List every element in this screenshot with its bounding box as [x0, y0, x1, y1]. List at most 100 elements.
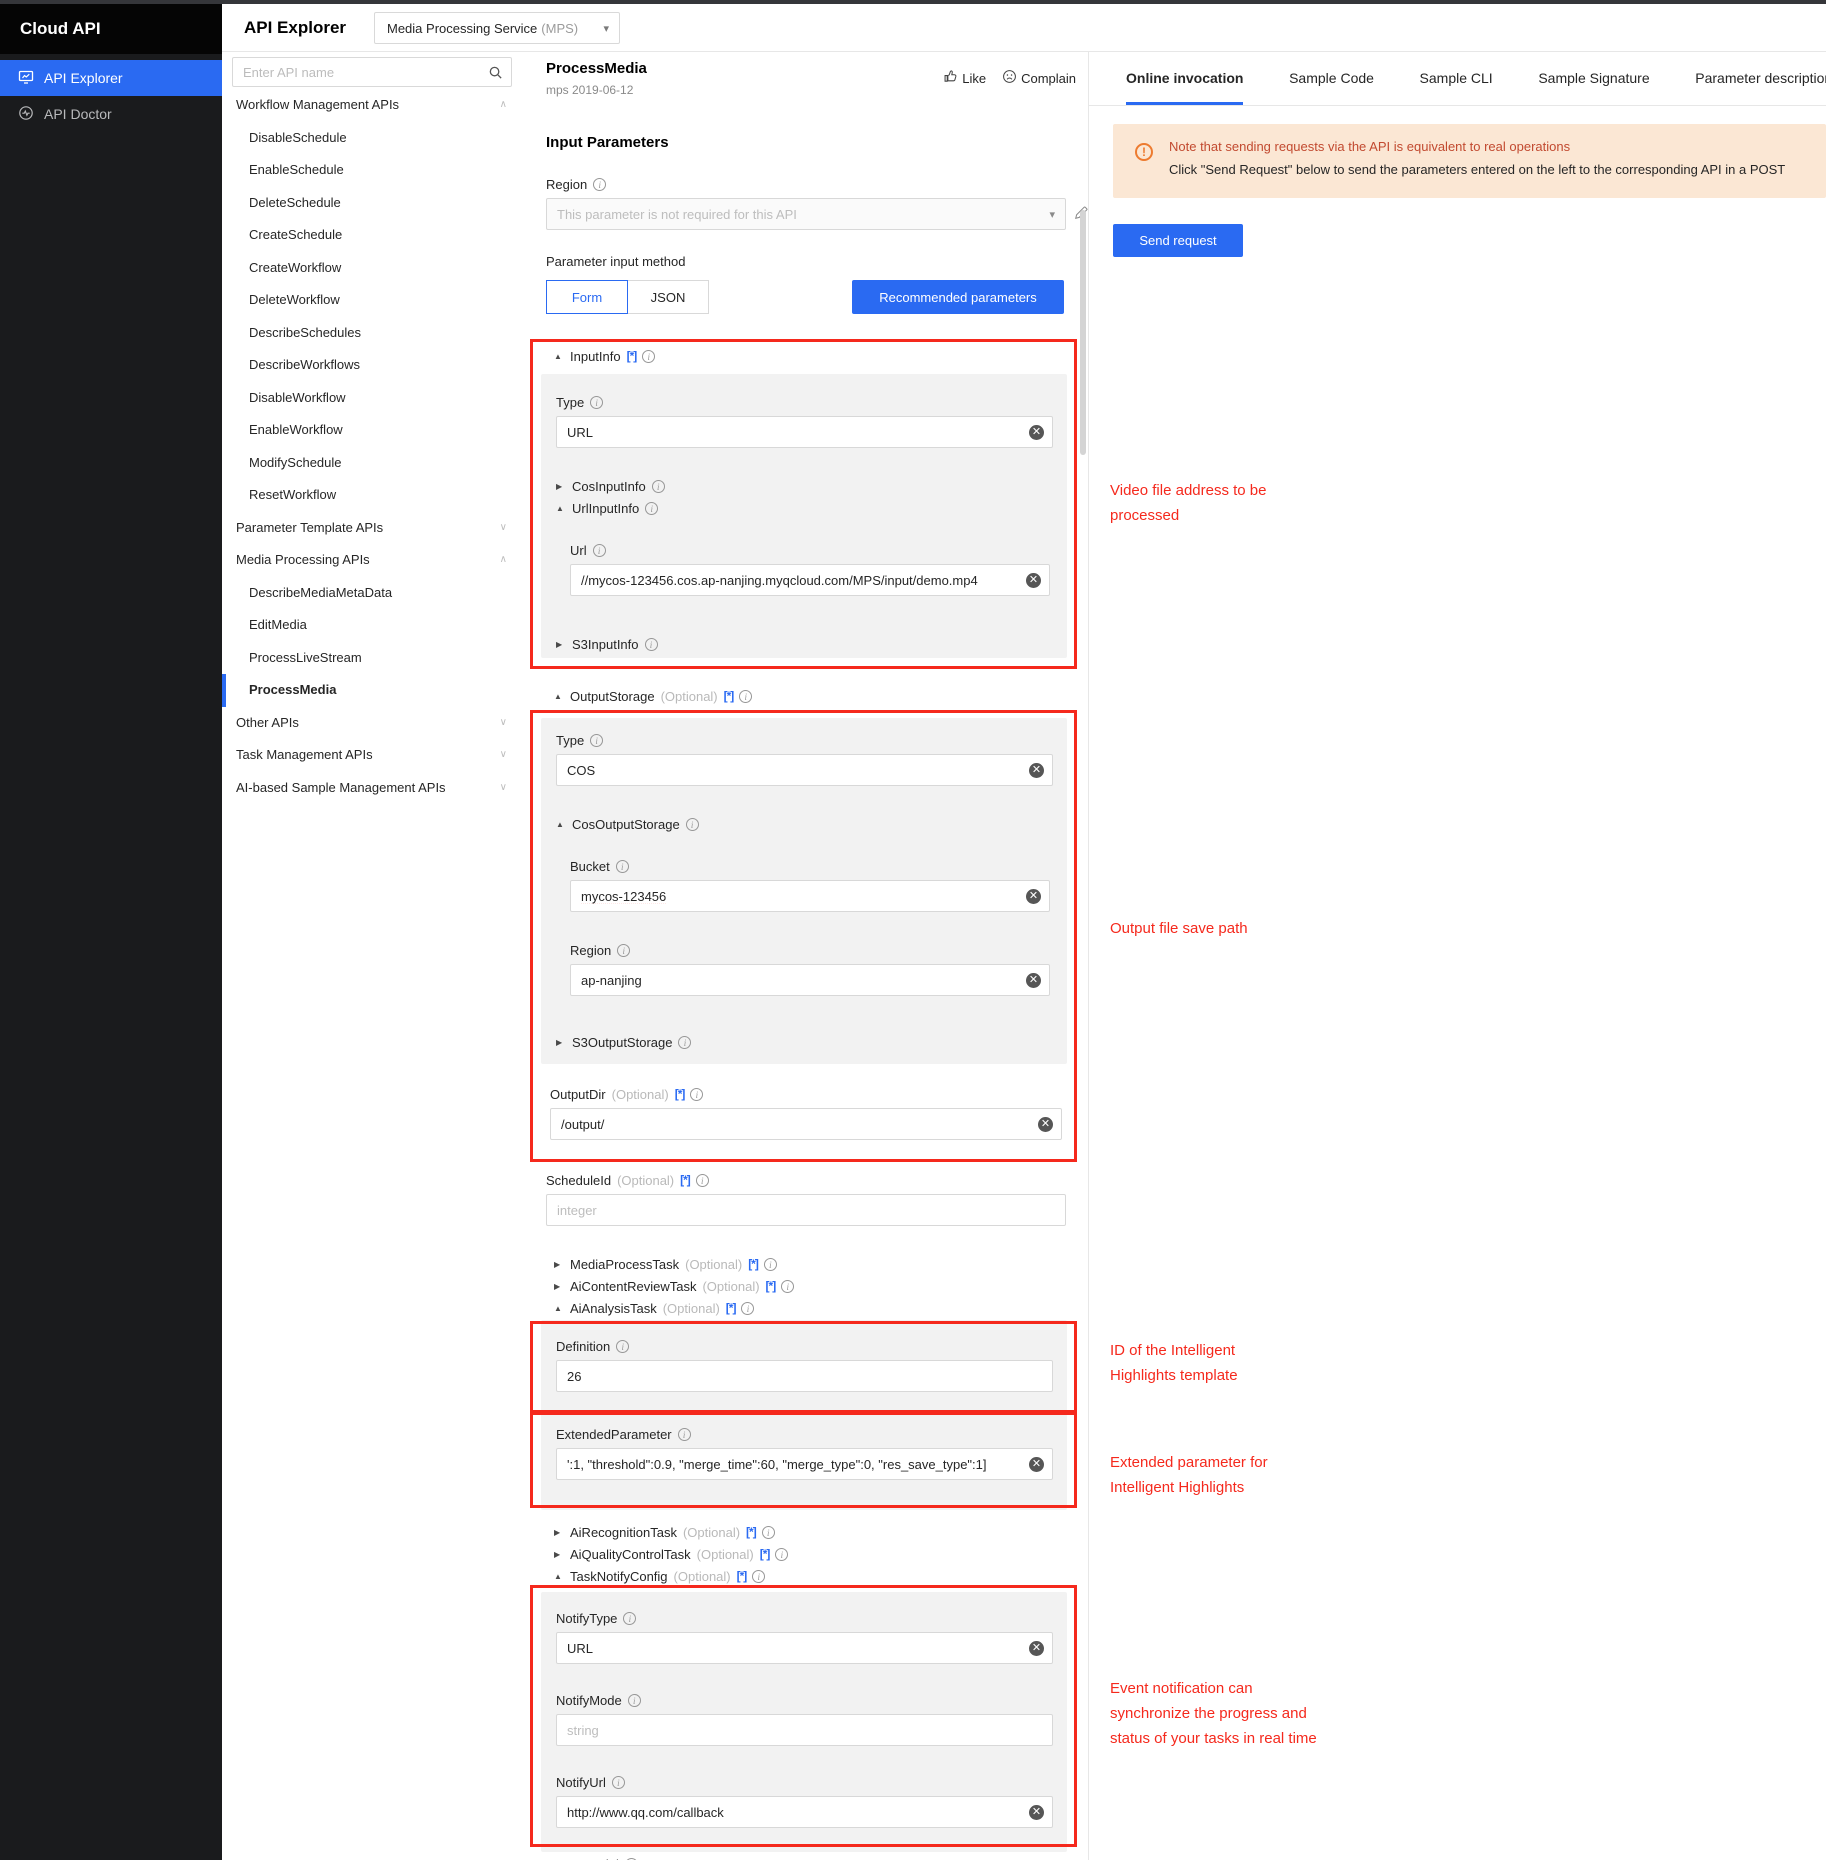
- section-s3inputinfo[interactable]: ▶ S3InputInfo i: [556, 634, 658, 654]
- tab-parameter-description[interactable]: Parameter description: [1695, 52, 1826, 105]
- input-type-input[interactable]: URL ✕: [556, 416, 1053, 448]
- section-inputinfo[interactable]: ▲ InputInfo [*] i: [554, 346, 656, 366]
- output-region-input[interactable]: ap-nanjing ✕: [570, 964, 1050, 996]
- clear-icon[interactable]: ✕: [1026, 572, 1041, 588]
- api-item[interactable]: DisableSchedule: [222, 122, 522, 155]
- definition-input[interactable]: 26: [556, 1360, 1053, 1392]
- info-icon[interactable]: i: [627, 1693, 641, 1707]
- complain-button[interactable]: Complain: [1002, 69, 1076, 87]
- info-icon[interactable]: i: [775, 1547, 789, 1561]
- api-item[interactable]: CreateWorkflow: [222, 252, 522, 285]
- api-group-task-management[interactable]: Task Management APIs ∨: [222, 739, 522, 772]
- url-input[interactable]: //mycos-123456.cos.ap-nanjing.myqcloud.c…: [570, 564, 1050, 596]
- outputdir-input[interactable]: /output/✕: [550, 1108, 1062, 1140]
- json-tab[interactable]: JSON: [627, 280, 709, 314]
- section-airecognitiontask[interactable]: ▶ AiRecognitionTask (Optional) [*] i: [554, 1522, 775, 1542]
- api-item[interactable]: DescribeWorkflows: [222, 349, 522, 382]
- extendedparameter-input[interactable]: ':1, "threshold":0.9, "merge_time":60, "…: [556, 1448, 1053, 1480]
- form-tab[interactable]: Form: [546, 280, 628, 314]
- api-item[interactable]: DeleteSchedule: [222, 187, 522, 220]
- api-group-ai-sample[interactable]: AI-based Sample Management APIs ∨: [222, 772, 522, 805]
- api-item[interactable]: EnableWorkflow: [222, 414, 522, 447]
- clear-icon[interactable]: ✕: [1029, 1804, 1044, 1820]
- info-icon[interactable]: i: [645, 501, 659, 515]
- info-icon[interactable]: i: [611, 1775, 625, 1789]
- info-icon[interactable]: i: [752, 1569, 766, 1583]
- tab-online-invocation[interactable]: Online invocation: [1126, 52, 1244, 105]
- section-cmqmodel[interactable]: CmqModel i: [556, 1854, 638, 1860]
- info-icon[interactable]: i: [761, 1525, 775, 1539]
- api-item[interactable]: EnableSchedule: [222, 154, 522, 187]
- tab-sample-cli[interactable]: Sample CLI: [1420, 52, 1493, 105]
- info-icon[interactable]: i: [677, 1427, 691, 1441]
- info-icon[interactable]: i: [616, 1339, 630, 1353]
- info-icon[interactable]: i: [592, 543, 606, 557]
- like-button[interactable]: Like: [943, 69, 986, 87]
- info-icon[interactable]: i: [623, 1611, 637, 1625]
- info-icon[interactable]: i: [741, 1301, 755, 1315]
- info-icon[interactable]: i: [590, 395, 604, 409]
- send-request-button[interactable]: Send request: [1113, 224, 1243, 257]
- api-item[interactable]: ResetWorkflow: [222, 479, 522, 512]
- section-aicontentreviewtask[interactable]: ▶ AiContentReviewTask (Optional) [*] i: [554, 1276, 795, 1296]
- output-type-input[interactable]: COS ✕: [556, 754, 1053, 786]
- section-aianalysistask[interactable]: ▲ AiAnalysisTask (Optional) [*] i: [554, 1298, 755, 1318]
- api-item[interactable]: DeleteWorkflow: [222, 284, 522, 317]
- api-group-other[interactable]: Other APIs ∨: [222, 707, 522, 740]
- sidebar-item-api-doctor[interactable]: API Doctor: [0, 96, 222, 132]
- api-item[interactable]: DisableWorkflow: [222, 382, 522, 415]
- sidebar-item-api-explorer[interactable]: API Explorer: [0, 60, 222, 96]
- clear-icon[interactable]: ✕: [1029, 1640, 1044, 1656]
- section-outputstorage[interactable]: ▲ OutputStorage (Optional) [*] i: [554, 686, 753, 706]
- api-item[interactable]: CreateSchedule: [222, 219, 522, 252]
- clear-icon[interactable]: ✕: [1038, 1116, 1053, 1132]
- api-search-box[interactable]: [232, 57, 512, 87]
- info-icon[interactable]: i: [739, 689, 753, 703]
- api-item[interactable]: DescribeSchedules: [222, 317, 522, 350]
- clear-icon[interactable]: ✕: [1026, 972, 1041, 988]
- info-icon[interactable]: i: [617, 943, 631, 957]
- notifytype-input[interactable]: URL ✕: [556, 1632, 1053, 1664]
- scheduleid-input[interactable]: integer: [546, 1194, 1066, 1226]
- info-icon[interactable]: i: [642, 349, 656, 363]
- recommended-parameters-button[interactable]: Recommended parameters: [852, 280, 1064, 314]
- notifymode-input[interactable]: string: [556, 1714, 1053, 1746]
- section-cosoutputstorage[interactable]: ▲ CosOutputStorage i: [556, 814, 699, 834]
- api-item[interactable]: ModifySchedule: [222, 447, 522, 480]
- api-group-workflow-management[interactable]: Workflow Management APIs ∧: [222, 89, 522, 122]
- api-item[interactable]: ProcessLiveStream: [222, 642, 522, 675]
- info-icon[interactable]: i: [685, 817, 699, 831]
- info-icon[interactable]: i: [678, 1035, 692, 1049]
- clear-icon[interactable]: ✕: [1026, 888, 1041, 904]
- service-select[interactable]: Media Processing Service (MPS) ▾: [374, 12, 620, 44]
- tab-sample-signature[interactable]: Sample Signature: [1538, 52, 1649, 105]
- info-icon[interactable]: i: [593, 177, 607, 191]
- section-s3outputstorage[interactable]: ▶ S3OutputStorage i: [556, 1032, 692, 1052]
- info-icon[interactable]: i: [695, 1173, 709, 1187]
- info-icon[interactable]: i: [590, 733, 604, 747]
- info-icon[interactable]: i: [644, 637, 658, 651]
- section-cosinputinfo[interactable]: ▶ CosInputInfo i: [556, 476, 665, 496]
- section-urlinputinfo[interactable]: ▲ UrlInputInfo i: [556, 498, 659, 518]
- section-tasknotifyconfig[interactable]: ▲ TaskNotifyConfig (Optional) [*] i: [554, 1566, 766, 1586]
- api-item[interactable]: EditMedia: [222, 609, 522, 642]
- search-input[interactable]: [243, 64, 481, 80]
- scrollbar-thumb[interactable]: [1080, 210, 1086, 455]
- api-group-parameter-template[interactable]: Parameter Template APIs ∨: [222, 512, 522, 545]
- region-input[interactable]: This parameter is not required for this …: [546, 198, 1066, 230]
- section-mediaprocesstask[interactable]: ▶ MediaProcessTask (Optional) [*] i: [554, 1254, 777, 1274]
- bucket-input[interactable]: mycos-123456 ✕: [570, 880, 1050, 912]
- tab-sample-code[interactable]: Sample Code: [1289, 52, 1374, 105]
- info-icon[interactable]: i: [781, 1279, 795, 1293]
- clear-icon[interactable]: ✕: [1029, 1456, 1044, 1472]
- clear-icon[interactable]: ✕: [1029, 424, 1044, 440]
- info-icon[interactable]: i: [615, 859, 629, 873]
- api-item[interactable]: DescribeMediaMetaData: [222, 577, 522, 610]
- clear-icon[interactable]: ✕: [1029, 762, 1044, 778]
- info-icon[interactable]: i: [651, 479, 665, 493]
- api-group-media-processing[interactable]: Media Processing APIs ∧: [222, 544, 522, 577]
- info-icon[interactable]: i: [763, 1257, 777, 1271]
- notifyurl-input[interactable]: http://www.qq.com/callback ✕: [556, 1796, 1053, 1828]
- api-item-processmedia-selected[interactable]: ProcessMedia: [222, 674, 522, 707]
- info-icon[interactable]: i: [690, 1087, 704, 1101]
